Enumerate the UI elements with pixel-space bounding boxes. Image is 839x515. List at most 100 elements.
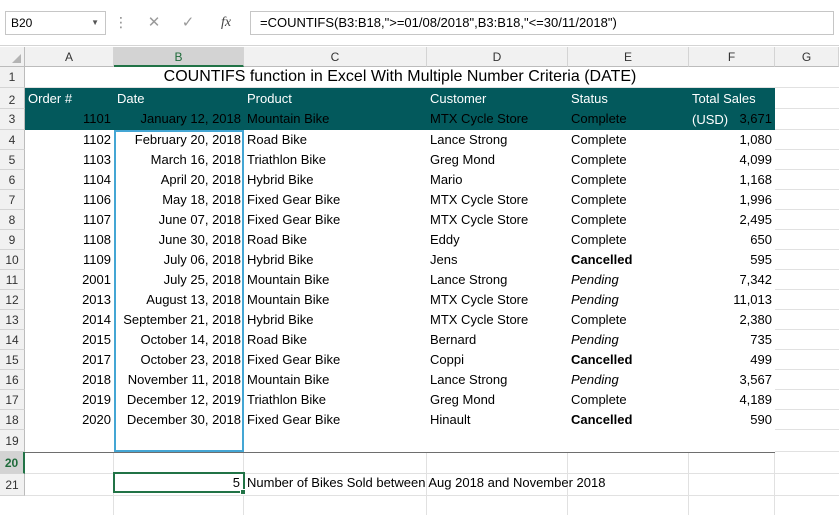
row-header-11[interactable]: 11 xyxy=(0,270,25,290)
cell-date[interactable]: May 18, 2018 xyxy=(114,190,244,210)
cell-sales[interactable]: 7,342 xyxy=(689,270,775,290)
cell-product[interactable]: Hybrid Bike xyxy=(244,170,427,190)
row-header-10[interactable]: 10 xyxy=(0,250,25,270)
cell-product[interactable]: Road Bike xyxy=(244,230,427,250)
cell-customer[interactable]: MTX Cycle Store xyxy=(427,109,568,129)
cell-sales[interactable]: 4,099 xyxy=(689,150,775,170)
cell-order[interactable]: 1101 xyxy=(25,109,114,129)
cell-product[interactable]: Road Bike xyxy=(244,130,427,150)
cell-customer[interactable]: Hinault xyxy=(427,410,568,430)
row-header-5[interactable]: 5 xyxy=(0,150,25,170)
cell-product[interactable]: Fixed Gear Bike xyxy=(244,350,427,370)
cell-sales[interactable]: 3,671 xyxy=(689,109,775,129)
cell-date[interactable]: December 12, 2019 xyxy=(114,390,244,410)
cell-sales[interactable]: 4,189 xyxy=(689,390,775,410)
cell-product[interactable]: Mountain Bike xyxy=(244,290,427,310)
cell-customer[interactable]: Mario xyxy=(427,170,568,190)
cell-sales[interactable]: 11,013 xyxy=(689,290,775,310)
row-header-16[interactable]: 16 xyxy=(0,370,25,390)
cell-customer[interactable]: Coppi xyxy=(427,350,568,370)
cell-order[interactable]: 1103 xyxy=(25,150,114,170)
row-header-7[interactable]: 7 xyxy=(0,190,25,210)
cell-date[interactable]: July 06, 2018 xyxy=(114,250,244,270)
cell-sales[interactable]: 595 xyxy=(689,250,775,270)
row-header-3[interactable]: 3 xyxy=(0,109,25,130)
cell-sales[interactable]: 1,996 xyxy=(689,190,775,210)
cell-customer[interactable]: Greg Mond xyxy=(427,390,568,410)
column-header-a[interactable]: A xyxy=(25,47,114,67)
cell-order[interactable]: 2017 xyxy=(25,350,114,370)
header-status[interactable]: Status xyxy=(568,88,608,109)
cell-customer[interactable]: Bernard xyxy=(427,330,568,350)
row-header-15[interactable]: 15 xyxy=(0,350,25,370)
cell-order[interactable]: 2018 xyxy=(25,370,114,390)
column-header-c[interactable]: C xyxy=(244,47,427,67)
cell-date[interactable]: October 14, 2018 xyxy=(114,330,244,350)
cell-customer[interactable]: Eddy xyxy=(427,230,568,250)
cell-customer[interactable]: MTX Cycle Store xyxy=(427,310,568,330)
cell-date[interactable]: September 21, 2018 xyxy=(114,310,244,330)
cell-status[interactable]: Complete xyxy=(568,310,689,330)
cell-customer[interactable]: Jens xyxy=(427,250,568,270)
more-options-icon[interactable]: ⋮ xyxy=(114,12,128,34)
header-order[interactable]: Order # xyxy=(25,88,72,109)
cell-customer[interactable]: Lance Strong xyxy=(427,130,568,150)
name-box[interactable]: B20 ▼ xyxy=(5,11,106,35)
row-header-18[interactable]: 18 xyxy=(0,410,25,430)
column-header-e[interactable]: E xyxy=(568,47,689,67)
cell-date[interactable]: July 25, 2018 xyxy=(114,270,244,290)
cell-product[interactable]: Mountain Bike xyxy=(244,270,427,290)
cell-status[interactable]: Cancelled xyxy=(568,350,689,370)
cancel-icon[interactable]: ✕ xyxy=(141,11,167,35)
select-all-corner[interactable] xyxy=(0,47,25,67)
cell-sales[interactable]: 590 xyxy=(689,410,775,430)
cell-product[interactable]: Fixed Gear Bike xyxy=(244,190,427,210)
row-header-6[interactable]: 6 xyxy=(0,170,25,190)
cell-product[interactable]: Mountain Bike xyxy=(244,370,427,390)
insert-function-icon[interactable]: fx xyxy=(213,11,239,35)
cell-order[interactable]: 2020 xyxy=(25,410,114,430)
cell-date[interactable]: June 30, 2018 xyxy=(114,230,244,250)
cell-sales[interactable]: 2,380 xyxy=(689,310,775,330)
cell-date[interactable]: October 23, 2018 xyxy=(114,350,244,370)
cell-status[interactable]: Pending xyxy=(568,330,689,350)
sheet-title[interactable]: COUNTIFS function in Excel With Multiple… xyxy=(25,67,775,87)
row-header-20[interactable]: 20 xyxy=(0,452,25,474)
cell-sales[interactable]: 735 xyxy=(689,330,775,350)
cell-date[interactable]: March 16, 2018 xyxy=(114,150,244,170)
cell-status[interactable]: Pending xyxy=(568,370,689,390)
worksheet-grid[interactable]: COUNTIFS function in Excel With Multiple… xyxy=(25,67,839,515)
cell-status[interactable]: Cancelled xyxy=(568,410,689,430)
cell-customer[interactable]: MTX Cycle Store xyxy=(427,290,568,310)
row-header-12[interactable]: 12 xyxy=(0,290,25,310)
cell-date[interactable]: August 13, 2018 xyxy=(114,290,244,310)
cell-status[interactable]: Complete xyxy=(568,210,689,230)
cell-order[interactable]: 1102 xyxy=(25,130,114,150)
cell-product[interactable]: Triathlon Bike xyxy=(244,150,427,170)
row-header-8[interactable]: 8 xyxy=(0,210,25,230)
cell-order[interactable]: 2015 xyxy=(25,330,114,350)
cell-product[interactable]: Road Bike xyxy=(244,330,427,350)
column-header-d[interactable]: D xyxy=(427,47,568,67)
cell-order[interactable]: 1107 xyxy=(25,210,114,230)
cell-product[interactable]: Hybrid Bike xyxy=(244,250,427,270)
cell-sales[interactable]: 2,495 xyxy=(689,210,775,230)
cell-product[interactable]: Fixed Gear Bike xyxy=(244,210,427,230)
cell-order[interactable]: 1106 xyxy=(25,190,114,210)
cell-product[interactable]: Triathlon Bike xyxy=(244,390,427,410)
cell-sales[interactable]: 1,168 xyxy=(689,170,775,190)
header-product[interactable]: Product xyxy=(244,88,292,109)
row-header-1[interactable]: 1 xyxy=(0,67,25,88)
cell-status[interactable]: Complete xyxy=(568,230,689,250)
cell-sales[interactable]: 1,080 xyxy=(689,130,775,150)
cell-customer[interactable]: Lance Strong xyxy=(427,270,568,290)
formula-input[interactable]: =COUNTIFS(B3:B18,">=01/08/2018",B3:B18,"… xyxy=(250,11,834,35)
row-header-17[interactable]: 17 xyxy=(0,390,25,410)
cell-order[interactable]: 1104 xyxy=(25,170,114,190)
cell-date[interactable]: February 20, 2018 xyxy=(114,130,244,150)
cell-status[interactable]: Complete xyxy=(568,170,689,190)
cell-date[interactable]: November 11, 2018 xyxy=(114,370,244,390)
cell-order[interactable]: 1108 xyxy=(25,230,114,250)
row-header-19[interactable]: 19 xyxy=(0,430,25,452)
cell-product[interactable]: Hybrid Bike xyxy=(244,310,427,330)
